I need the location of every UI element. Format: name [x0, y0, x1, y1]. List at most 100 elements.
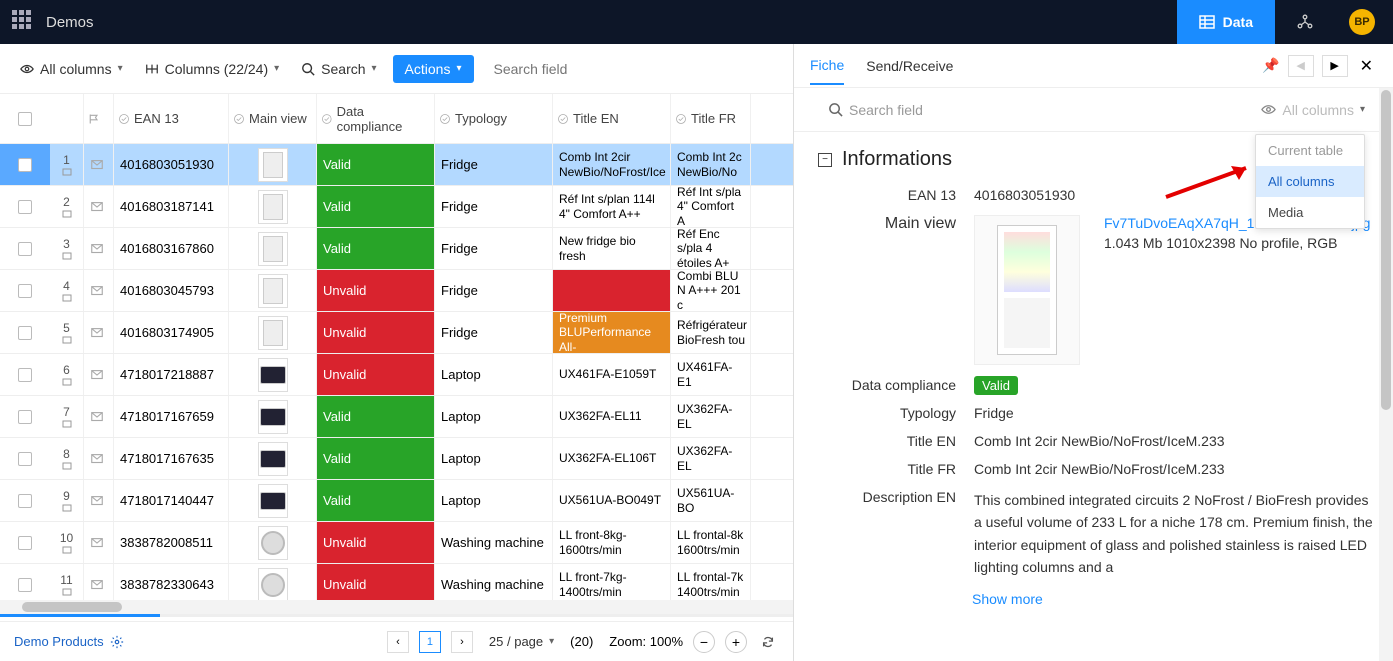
label-mainview: Main view [814, 215, 974, 365]
table-row[interactable]: 64718017218887UnvalidLaptopUX461FA-E1059… [0, 354, 793, 396]
cell-typology: Fridge [435, 270, 553, 311]
row-flag[interactable] [84, 354, 114, 395]
collapse-icon[interactable]: − [818, 153, 832, 167]
row-checkbox[interactable] [18, 242, 32, 256]
dropdown-all-columns[interactable]: All columns [1256, 166, 1364, 197]
row-flag[interactable] [84, 144, 114, 185]
dropdown-media[interactable]: Media [1256, 197, 1364, 228]
close-panel[interactable]: ✕ [1356, 56, 1377, 76]
header-ean[interactable]: EAN 13 [114, 94, 229, 143]
right-pane: Fiche Send/Receive 📌 ◀ ▶ ✕ Search field … [794, 44, 1393, 661]
row-checkbox[interactable] [18, 284, 32, 298]
row-flag[interactable] [84, 228, 114, 269]
pin-icon[interactable]: 📌 [1262, 57, 1279, 74]
row-checkbox[interactable] [18, 200, 32, 214]
search-button[interactable]: Search ▾ [295, 57, 382, 81]
next-record[interactable]: ▶ [1322, 55, 1348, 77]
table-row[interactable]: 44016803045793UnvalidFridgeCombi BLU N A… [0, 270, 793, 312]
table-row[interactable]: 34016803167860ValidFridgeNew fridge bio … [0, 228, 793, 270]
cell-image[interactable] [229, 522, 317, 563]
page-size[interactable]: 25 / page▾ [483, 630, 560, 653]
refresh-button[interactable] [757, 631, 779, 653]
search-input[interactable] [484, 61, 780, 77]
row-checkbox[interactable] [18, 326, 32, 340]
cell-image[interactable] [229, 354, 317, 395]
row-flag[interactable] [84, 564, 114, 600]
check-circle-icon [118, 113, 130, 125]
zoom-in[interactable]: + [725, 631, 747, 653]
cell-image[interactable] [229, 186, 317, 227]
row-checkbox[interactable] [18, 578, 32, 592]
table-row[interactable]: 24016803187141ValidFridgeRéf Int s/plan … [0, 186, 793, 228]
zoom-out[interactable]: − [693, 631, 715, 653]
row-flag[interactable] [84, 312, 114, 353]
page-prev[interactable]: ‹ [387, 631, 409, 653]
cell-ean: 3838782330643 [114, 564, 229, 600]
v-scrollbar[interactable] [1379, 88, 1393, 661]
cell-image[interactable] [229, 270, 317, 311]
tab-data[interactable]: Data [1177, 0, 1275, 44]
header-typology[interactable]: Typology [435, 94, 553, 143]
cell-image[interactable] [229, 228, 317, 269]
cell-title-en: Comb Int 2cir NewBio/NoFrost/Ice [553, 144, 671, 185]
table-row[interactable]: 103838782008511UnvalidWashing machineLL … [0, 522, 793, 564]
show-more-link[interactable]: Show more [794, 585, 1393, 607]
actions-button[interactable]: Actions ▾ [393, 55, 474, 83]
row-checkbox[interactable] [18, 452, 32, 466]
dropdown-current-table[interactable]: Current table [1256, 135, 1364, 166]
prev-record[interactable]: ◀ [1288, 55, 1314, 77]
h-scrollbar[interactable] [0, 600, 793, 614]
demo-products-link[interactable]: Demo Products [14, 634, 124, 649]
apps-grid-icon[interactable] [12, 10, 36, 34]
table-row[interactable]: 54016803174905UnvalidFridgePremium BLUPe… [0, 312, 793, 354]
tab-fiche[interactable]: Fiche [810, 47, 844, 85]
row-flag[interactable] [84, 522, 114, 563]
row-index: 11 [50, 564, 84, 600]
cell-ean: 4016803174905 [114, 312, 229, 353]
detail-search-placeholder[interactable]: Search field [849, 102, 923, 118]
header-compliance[interactable]: Data compliance [317, 94, 435, 143]
cell-image[interactable] [229, 396, 317, 437]
table-row[interactable]: 113838782330643UnvalidWashing machineLL … [0, 564, 793, 600]
visible-columns-button[interactable]: All columns ▾ [14, 57, 129, 81]
row-flag[interactable] [84, 480, 114, 521]
header-mainview[interactable]: Main view [229, 94, 317, 143]
table-row[interactable]: 94718017140447ValidLaptopUX561UA-BO049TU… [0, 480, 793, 522]
row-checkbox[interactable] [18, 158, 32, 172]
header-title-fr[interactable]: Title FR [671, 94, 751, 143]
cell-image[interactable] [229, 312, 317, 353]
detail-tabs: Fiche Send/Receive 📌 ◀ ▶ ✕ [794, 44, 1393, 88]
row-checkbox[interactable] [18, 368, 32, 382]
row-checkbox[interactable] [18, 494, 32, 508]
row-flag[interactable] [84, 396, 114, 437]
row-checkbox[interactable] [18, 536, 32, 550]
row-flag[interactable] [84, 438, 114, 479]
row-flag[interactable] [84, 270, 114, 311]
cell-image[interactable] [229, 480, 317, 521]
row-index: 3 [50, 228, 84, 269]
check-circle-icon [233, 113, 245, 125]
row-flag[interactable] [84, 186, 114, 227]
cell-image[interactable] [229, 438, 317, 479]
cell-image[interactable] [229, 144, 317, 185]
product-image[interactable] [974, 215, 1080, 365]
chevron-down-icon: ▾ [456, 63, 461, 74]
page-next[interactable]: › [451, 631, 473, 653]
table-row[interactable]: 84718017167635ValidLaptopUX362FA-EL106TU… [0, 438, 793, 480]
tab-diagram[interactable] [1275, 0, 1335, 44]
avatar[interactable]: BP [1349, 9, 1375, 35]
detail-columns-dropdown[interactable]: All columns▾ [1261, 102, 1365, 118]
table-row[interactable]: 14016803051930ValidFridgeComb Int 2cir N… [0, 144, 793, 186]
header-title-en[interactable]: Title EN [553, 94, 671, 143]
select-all-checkbox[interactable] [18, 112, 32, 126]
row-checkbox[interactable] [18, 410, 32, 424]
cell-image[interactable] [229, 564, 317, 600]
table-row[interactable]: 74718017167659ValidLaptopUX362FA-EL11UX3… [0, 396, 793, 438]
search-icon [828, 102, 843, 117]
check-circle-icon [557, 113, 569, 125]
cell-title-en: LL front-8kg-1600trs/min [553, 522, 671, 563]
page-current[interactable]: 1 [419, 631, 441, 653]
columns-button[interactable]: Columns (22/24) ▾ [139, 57, 286, 81]
cell-title-fr: Comb Int 2c NewBio/No [671, 144, 751, 185]
tab-send[interactable]: Send/Receive [866, 48, 953, 84]
